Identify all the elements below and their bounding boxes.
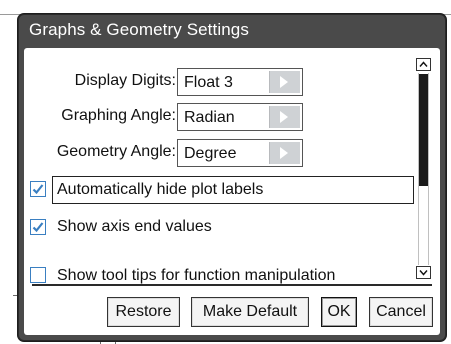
dialog-title: Graphs & Geometry Settings <box>29 20 249 39</box>
dialog-body: Display Digits: Float 3 Graphing Angle: … <box>24 48 440 335</box>
display-digits-select[interactable]: Float 3 <box>177 68 303 96</box>
hide-plot-labels-label: Automatically hide plot labels <box>57 181 264 198</box>
graphing-angle-label: Graphing Angle: <box>61 107 176 124</box>
tool-tips-checkbox[interactable] <box>30 267 46 283</box>
tool-tips-label: Show tool tips for function manipulation <box>57 267 336 284</box>
vertical-scrollbar[interactable] <box>416 58 433 280</box>
background-axis-tick <box>13 295 17 296</box>
axis-end-values-checkbox[interactable] <box>30 219 46 235</box>
option-row-axis-end-values[interactable]: Show axis end values <box>24 213 416 241</box>
restore-button[interactable]: Restore <box>107 297 180 327</box>
geometry-angle-select[interactable]: Degree <box>177 139 303 167</box>
cancel-button[interactable]: Cancel <box>369 297 433 327</box>
hide-plot-labels-checkbox[interactable] <box>30 181 46 197</box>
dropdown-arrow-icon[interactable] <box>269 106 300 128</box>
focus-outline: Automatically hide plot labels <box>52 176 414 204</box>
dropdown-arrow-icon[interactable] <box>269 71 300 93</box>
scroll-down-icon[interactable] <box>416 266 431 279</box>
geometry-angle-value: Degree <box>184 145 237 162</box>
geometry-angle-label: Geometry Angle: <box>56 143 176 160</box>
graphs-geometry-settings-dialog: Graphs & Geometry Settings Display Digit… <box>18 14 446 341</box>
display-digits-value: Float 3 <box>184 74 233 91</box>
graphing-angle-value: Radian <box>184 109 235 126</box>
settings-scroll-area: Display Digits: Float 3 Graphing Angle: … <box>24 48 416 288</box>
scroll-track[interactable] <box>418 73 429 265</box>
make-default-button[interactable]: Make Default <box>191 297 309 327</box>
scroll-up-icon[interactable] <box>416 58 431 71</box>
axis-end-values-label: Show axis end values <box>57 218 212 235</box>
display-digits-label: Display Digits: <box>74 72 176 89</box>
ok-button[interactable]: OK <box>321 297 357 327</box>
scroll-thumb[interactable] <box>419 74 428 186</box>
button-separator <box>32 284 432 286</box>
graphing-angle-select[interactable]: Radian <box>177 103 303 131</box>
dropdown-arrow-icon[interactable] <box>269 142 300 164</box>
